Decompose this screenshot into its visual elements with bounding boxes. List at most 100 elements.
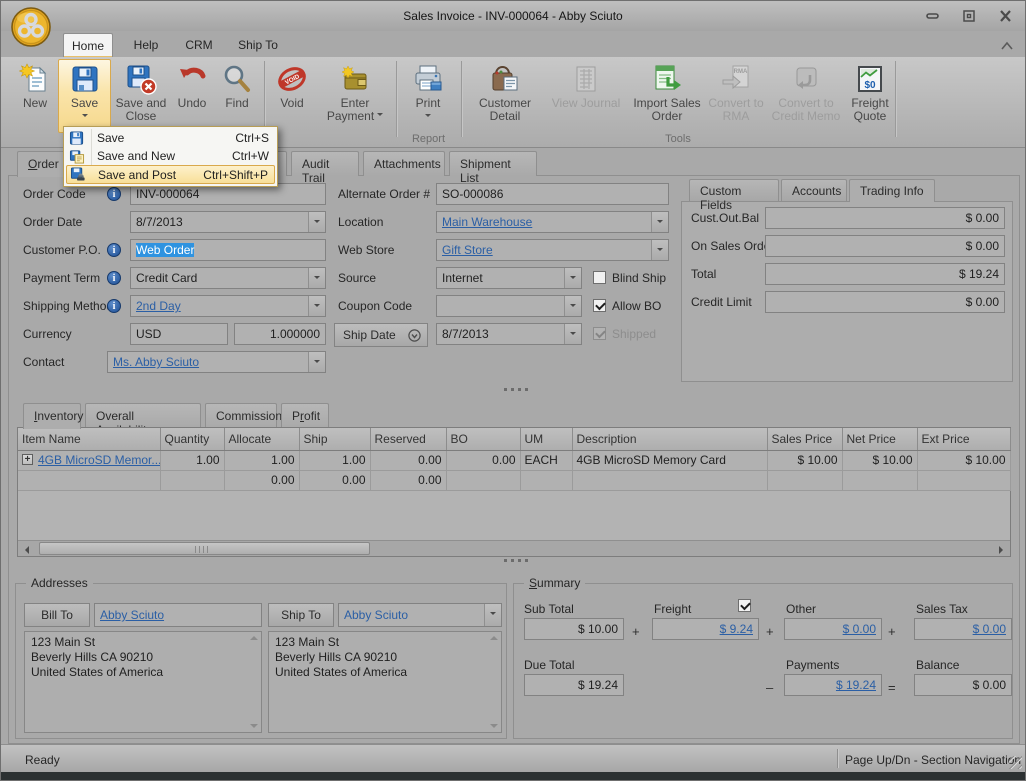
dropdown-arrow-icon[interactable]	[308, 296, 325, 316]
grid-header-row[interactable]: Item Name Quantity Allocate Ship Reserve…	[18, 428, 1011, 451]
tab-trading-info[interactable]: Trading Info	[849, 179, 935, 202]
ship-to-name-combo[interactable]: Abby Sciuto	[338, 603, 502, 627]
scrollbar-thumb[interactable]	[39, 542, 370, 555]
restore-button[interactable]	[959, 8, 979, 24]
order-date-combo[interactable]: 8/7/2013	[130, 211, 326, 233]
currency-field[interactable]: USD	[130, 323, 228, 345]
col-ship[interactable]: Ship	[299, 428, 371, 451]
col-um[interactable]: UM	[520, 428, 573, 451]
customer-po-field[interactable]: Web Order	[130, 239, 326, 261]
new-button[interactable]: New	[15, 59, 55, 133]
blind-ship-checkbox[interactable]	[593, 271, 606, 284]
coupon-code-combo[interactable]	[436, 295, 582, 317]
find-button[interactable]: Find	[215, 59, 259, 133]
shipping-method-combo[interactable]: 2nd Day	[130, 295, 326, 317]
scroll-up-icon[interactable]	[490, 636, 498, 640]
freight-field[interactable]: $ 9.24	[652, 618, 759, 640]
ship-date-combo[interactable]: 8/7/2013	[436, 323, 582, 345]
tab-overall-availability[interactable]: Overall Availability	[85, 403, 201, 437]
col-bo[interactable]: BO	[446, 428, 521, 451]
dropdown-arrow-icon[interactable]	[308, 352, 325, 372]
other-field[interactable]: $ 0.00	[784, 618, 882, 640]
ship-date-button[interactable]: Ship Date	[334, 323, 428, 347]
ribbon-tab-help[interactable]: Help	[123, 33, 169, 57]
dropdown-arrow-icon[interactable]	[308, 212, 325, 232]
scroll-down-icon[interactable]	[490, 724, 498, 728]
bill-to-address-box[interactable]: 123 Main St Beverly Hills CA 90210 Unite…	[24, 631, 262, 733]
horizontal-splitter-handle[interactable]	[504, 388, 531, 391]
payment-term-info-icon[interactable]	[107, 271, 121, 285]
allow-bo-checkbox[interactable]	[593, 299, 606, 312]
freight-quote-button[interactable]: $0 Freight Quote	[847, 59, 893, 133]
ship-to-address-box[interactable]: 123 Main St Beverly Hills CA 90210 Unite…	[268, 631, 502, 733]
ribbon-tab-crm[interactable]: CRM	[175, 33, 223, 57]
dropdown-arrow-icon[interactable]	[564, 268, 581, 288]
save-button[interactable]: Save	[58, 59, 111, 133]
tab-inventory[interactable]: Inventory	[23, 403, 83, 429]
tab-profit[interactable]: Profit	[281, 403, 329, 428]
bill-to-name-field[interactable]: Abby Sciuto	[94, 603, 262, 627]
tab-commission[interactable]: Commission	[205, 403, 282, 428]
tab-custom-fields[interactable]: Custom Fields	[689, 179, 779, 212]
tab-attachments[interactable]: Attachments	[363, 151, 445, 176]
menu-item-save-and-post[interactable]: Save and Post Ctrl+Shift+P	[66, 165, 275, 184]
scroll-down-icon[interactable]	[250, 724, 258, 728]
horizontal-scrollbar[interactable]	[18, 540, 1010, 556]
order-code-info-icon[interactable]	[107, 187, 121, 201]
col-description[interactable]: Description	[572, 428, 768, 451]
tab-accounts[interactable]: Accounts	[781, 179, 847, 201]
dropdown-arrow-icon[interactable]	[564, 296, 581, 316]
col-net-price[interactable]: Net Price	[842, 428, 918, 451]
menu-item-save-and-new[interactable]: Save and New Ctrl+W	[66, 147, 275, 165]
customer-detail-button[interactable]: Customer Detail	[467, 59, 543, 133]
tab-shipment-list[interactable]: Shipment List	[449, 151, 537, 185]
void-button[interactable]: VOID Void	[269, 59, 315, 133]
customer-po-info-icon[interactable]	[107, 243, 121, 257]
close-button[interactable]	[995, 8, 1015, 24]
dropdown-arrow-icon[interactable]	[308, 268, 325, 288]
menu-item-save[interactable]: Save Ctrl+S	[66, 129, 275, 147]
col-allocate[interactable]: Allocate	[224, 428, 300, 451]
dropdown-arrow-icon[interactable]	[564, 324, 581, 344]
col-ext-price[interactable]: Ext Price	[917, 428, 1011, 451]
scroll-right-arrow-icon[interactable]	[995, 541, 1010, 556]
save-and-close-button[interactable]: Save and Close	[113, 59, 169, 133]
import-sales-order-button[interactable]: Import Sales Order	[629, 59, 705, 133]
app-logo[interactable]	[8, 3, 54, 51]
grid-row-1[interactable]: 4GB MicroSD Memor... 1.00 1.00 1.00 0.00…	[18, 450, 1011, 471]
dropdown-arrow-icon[interactable]	[651, 240, 668, 260]
dropdown-arrow-icon[interactable]	[484, 604, 501, 626]
col-sales-price[interactable]: Sales Price	[767, 428, 843, 451]
undo-button[interactable]: Undo	[170, 59, 214, 133]
item-name-link[interactable]: 4GB MicroSD Memor...	[38, 453, 159, 467]
alternate-order-field[interactable]: SO-000086	[436, 183, 669, 205]
expand-row-icon[interactable]	[22, 454, 33, 465]
location-combo[interactable]: Main Warehouse	[436, 211, 669, 233]
sales-tax-field[interactable]: $ 0.00	[914, 618, 1012, 640]
col-reserved[interactable]: Reserved	[370, 428, 447, 451]
scroll-up-icon[interactable]	[250, 636, 258, 640]
minimize-button[interactable]	[923, 8, 943, 24]
exchange-rate-field[interactable]: 1.000000	[234, 323, 326, 345]
shipping-method-info-icon[interactable]	[107, 299, 121, 313]
web-store-combo[interactable]: Gift Store	[436, 239, 669, 261]
bill-to-button[interactable]: Bill To	[24, 603, 90, 627]
dropdown-arrow-icon[interactable]	[651, 212, 668, 232]
print-button[interactable]: Print	[402, 59, 454, 133]
freight-checkbox[interactable]	[738, 599, 751, 612]
payment-term-combo[interactable]: Credit Card	[130, 267, 326, 289]
collapse-ribbon-button[interactable]	[1001, 39, 1013, 53]
resize-grip[interactable]	[1009, 756, 1022, 769]
horizontal-splitter-handle[interactable]	[504, 559, 531, 562]
ship-to-button[interactable]: Ship To	[268, 603, 334, 627]
scroll-left-arrow-icon[interactable]	[18, 541, 33, 556]
payments-field[interactable]: $ 19.24	[784, 674, 882, 696]
col-item-name[interactable]: Item Name	[18, 428, 161, 451]
contact-combo[interactable]: Ms. Abby Sciuto	[107, 351, 326, 373]
col-quantity[interactable]: Quantity	[160, 428, 225, 451]
source-combo[interactable]: Internet	[436, 267, 582, 289]
ribbon-tab-home[interactable]: Home	[63, 33, 113, 57]
tab-audit-trail[interactable]: Audit Trail	[291, 151, 359, 185]
enter-payment-button[interactable]: Enter Payment	[317, 59, 393, 133]
ribbon-tab-ship-to[interactable]: Ship To	[229, 33, 287, 57]
